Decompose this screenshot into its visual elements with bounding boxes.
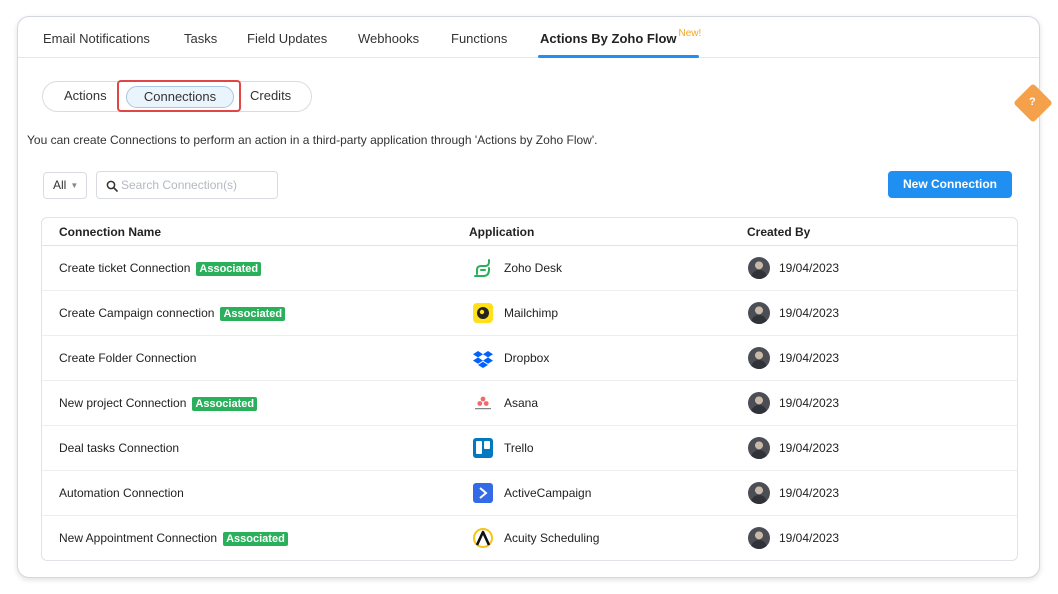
- subnav-credits[interactable]: Credits: [250, 88, 291, 103]
- avatar: [748, 527, 770, 549]
- application-name: ActiveCampaign: [504, 486, 592, 500]
- tab-functions[interactable]: Functions: [451, 31, 507, 46]
- tab-actions-by-zoho-flow[interactable]: Actions By Zoho Flow New!: [540, 28, 702, 46]
- created-date: 19/04/2023: [779, 531, 840, 545]
- activecampaign-icon: [473, 483, 493, 503]
- table-row[interactable]: Create Campaign connection Associated Mai…: [42, 291, 1017, 336]
- created-date: 19/04/2023: [779, 306, 840, 320]
- caret-down-icon: ▼: [70, 181, 79, 191]
- table-row[interactable]: Deal tasks Connection Trello 19/04/2023: [42, 426, 1017, 471]
- avatar: [748, 437, 770, 459]
- connection-name-text: Deal tasks Connection: [59, 441, 180, 455]
- connection-name-text: New Appointment Connection: [59, 531, 218, 545]
- application-name: Acuity Scheduling: [504, 531, 600, 545]
- connection-name[interactable]: Create ticket Connection Associated: [59, 261, 262, 276]
- created-date: 19/04/2023: [779, 351, 840, 365]
- connection-name[interactable]: New Appointment Connection Associated: [59, 531, 288, 546]
- avatar: [748, 257, 770, 279]
- table-row[interactable]: Automation Connection ActiveCampaign 19/…: [42, 471, 1017, 516]
- associated-badge: Associated: [220, 307, 286, 321]
- created-date: 19/04/2023: [779, 396, 840, 410]
- header-connection-name[interactable]: Connection Name: [59, 225, 161, 239]
- table-row[interactable]: Create Folder Connection Dropbox 19/04/2…: [42, 336, 1017, 381]
- associated-badge: Associated: [192, 397, 258, 411]
- application-name: Dropbox: [504, 351, 550, 365]
- avatar: [748, 482, 770, 504]
- avatar: [748, 392, 770, 414]
- active-tab-indicator: [538, 55, 699, 58]
- table-row[interactable]: Create ticket Connection Associated Zoho …: [42, 246, 1017, 291]
- new-connection-button[interactable]: New Connection: [888, 171, 1012, 198]
- avatar: [748, 347, 770, 369]
- search-box[interactable]: [96, 171, 278, 199]
- connection-name-text: Create Campaign connection: [59, 306, 215, 320]
- avatar: [748, 302, 770, 324]
- header-application[interactable]: Application: [469, 225, 534, 239]
- connection-name[interactable]: Automation Connection: [59, 486, 184, 500]
- created-date: 19/04/2023: [779, 486, 840, 500]
- dropbox-icon: [473, 351, 493, 368]
- associated-badge: Associated: [196, 262, 262, 276]
- connection-name-text: Automation Connection: [59, 486, 184, 500]
- connection-name-text: Create ticket Connection: [59, 261, 191, 275]
- connection-name[interactable]: Create Folder Connection: [59, 351, 196, 365]
- connection-name[interactable]: New project Connection Associated: [59, 396, 258, 411]
- connection-name[interactable]: Create Campaign connection Associated: [59, 306, 286, 321]
- zoho-desk-icon: [474, 259, 490, 277]
- question-icon[interactable]: ?: [1029, 96, 1036, 108]
- application-name: Mailchimp: [504, 306, 559, 320]
- application-name: Zoho Desk: [504, 261, 563, 275]
- tab-email-notifications[interactable]: Email Notifications: [43, 31, 150, 46]
- connections-table: Connection Name Application Created By C…: [41, 217, 1018, 561]
- connection-name[interactable]: Deal tasks Connection: [59, 441, 179, 455]
- trello-icon: [473, 438, 493, 458]
- tab-webhooks[interactable]: Webhooks: [358, 31, 419, 46]
- acuity-scheduling-icon: [473, 528, 493, 548]
- filter-value: All: [53, 178, 67, 192]
- new-badge: New!: [678, 28, 702, 39]
- asana-icon: [475, 396, 491, 410]
- settings-panel: Email Notifications Tasks Field Updates …: [17, 16, 1040, 578]
- info-text: You can create Connections to perform an…: [27, 133, 598, 147]
- tab-bar: Email Notifications Tasks Field Updates …: [18, 17, 1039, 58]
- header-created-by[interactable]: Created By: [747, 225, 810, 239]
- created-date: 19/04/2023: [779, 441, 840, 455]
- connection-name-text: New project Connection: [59, 396, 187, 410]
- filter-dropdown[interactable]: All ▼: [43, 172, 87, 199]
- application-name: Asana: [504, 396, 539, 410]
- tab-tasks[interactable]: Tasks: [184, 31, 217, 46]
- tab-actions-label: Actions By Zoho Flow: [540, 31, 677, 46]
- table-row[interactable]: New project Connection Associated Asana 1…: [42, 381, 1017, 426]
- associated-badge: Associated: [223, 532, 288, 546]
- table-header: Connection Name Application Created By: [42, 218, 1017, 246]
- search-icon: [106, 180, 118, 192]
- subnav-actions[interactable]: Actions: [64, 88, 107, 103]
- created-date: 19/04/2023: [779, 261, 840, 275]
- subnav-switcher: Actions Connections Credits: [42, 81, 312, 112]
- subnav-connections[interactable]: Connections: [126, 86, 234, 108]
- table-row[interactable]: New Appointment Connection Associated Acu…: [42, 516, 1017, 560]
- search-input[interactable]: [121, 176, 271, 194]
- mailchimp-icon: [473, 303, 493, 323]
- tab-field-updates[interactable]: Field Updates: [247, 31, 327, 46]
- connection-name-text: Create Folder Connection: [59, 351, 197, 365]
- application-name: Trello: [504, 441, 534, 455]
